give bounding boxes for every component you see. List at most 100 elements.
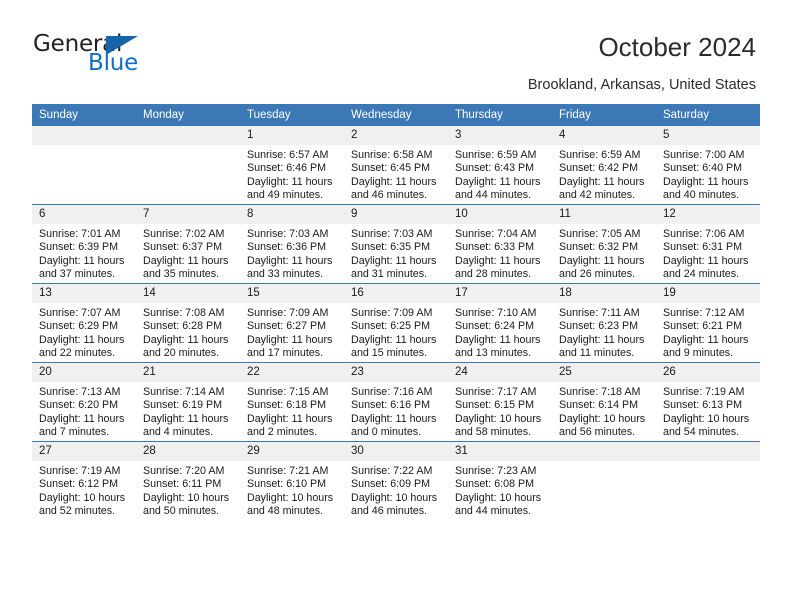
sunset-text: Sunset: 6:31 PM xyxy=(663,241,743,254)
daylight-text: Daylight: 11 hours and 31 minutes. xyxy=(351,254,437,281)
day-details: Sunrise: 6:59 AM Sunset: 6:42 PM Daylight:… xyxy=(552,145,656,203)
calendar-day-cell[interactable]: 19 Sunrise: 7:12 AM Sunset: 6:21 PM Dayligh… xyxy=(656,283,760,363)
day-number: 12 xyxy=(656,205,760,224)
daylight-text: Daylight: 10 hours and 46 minutes. xyxy=(351,491,438,518)
calendar-day-cell-empty xyxy=(32,126,136,205)
day-details: Sunrise: 7:19 AM Sunset: 6:12 PM Daylight:… xyxy=(32,461,136,519)
sunrise-text: Sunrise: 7:15 AM xyxy=(247,386,329,398)
day-number: 5 xyxy=(656,126,760,145)
sunrise-text: Sunrise: 7:19 AM xyxy=(39,465,121,477)
calendar-day-cell[interactable]: 8 Sunrise: 7:03 AM Sunset: 6:36 PM Daylight… xyxy=(240,204,344,284)
daylight-text: Daylight: 10 hours and 48 minutes. xyxy=(247,491,334,518)
daylight-text: Daylight: 10 hours and 54 minutes. xyxy=(663,412,750,439)
day-details: Sunrise: 7:16 AM Sunset: 6:16 PM Daylight:… xyxy=(344,382,448,440)
day-details: Sunrise: 7:04 AM Sunset: 6:33 PM Daylight:… xyxy=(448,224,552,282)
calendar-day-cell[interactable]: 9 Sunrise: 7:03 AM Sunset: 6:35 PM Daylight… xyxy=(344,204,448,284)
calendar-day-cell[interactable]: 7 Sunrise: 7:02 AM Sunset: 6:37 PM Daylight… xyxy=(136,204,240,284)
day-details: Sunrise: 7:02 AM Sunset: 6:37 PM Daylight:… xyxy=(136,224,240,282)
calendar-day-cell[interactable]: 31 Sunrise: 7:23 AM Sunset: 6:08 PM Dayligh… xyxy=(448,441,552,520)
day-details: Sunrise: 7:22 AM Sunset: 6:09 PM Daylight:… xyxy=(344,461,448,519)
weekday-header-monday: Monday xyxy=(136,104,240,126)
calendar-day-cell[interactable]: 29 Sunrise: 7:21 AM Sunset: 6:10 PM Dayligh… xyxy=(240,441,344,520)
calendar-day-cell[interactable]: 5 Sunrise: 7:00 AM Sunset: 6:40 PM Daylight… xyxy=(656,126,760,205)
calendar-week-row: 1 Sunrise: 6:57 AM Sunset: 6:46 PM Daylight… xyxy=(32,126,760,205)
calendar-day-cell[interactable]: 26 Sunrise: 7:19 AM Sunset: 6:13 PM Dayligh… xyxy=(656,362,760,442)
day-number: 24 xyxy=(448,363,552,382)
calendar-day-cell[interactable]: 3 Sunrise: 6:59 AM Sunset: 6:43 PM Daylight… xyxy=(448,126,552,205)
calendar-day-cell[interactable]: 6 Sunrise: 7:01 AM Sunset: 6:39 PM Daylight… xyxy=(32,204,136,284)
weekday-header-tuesday: Tuesday xyxy=(240,104,344,126)
calendar-day-cell[interactable]: 10 Sunrise: 7:04 AM Sunset: 6:33 PM Dayligh… xyxy=(448,204,552,284)
calendar-day-cell[interactable]: 11 Sunrise: 7:05 AM Sunset: 6:32 PM Dayligh… xyxy=(552,204,656,284)
calendar-week-row: 27 Sunrise: 7:19 AM Sunset: 6:12 PM Dayligh… xyxy=(32,441,760,520)
calendar-day-cell[interactable]: 27 Sunrise: 7:19 AM Sunset: 6:12 PM Dayligh… xyxy=(32,441,136,520)
sunrise-text: Sunrise: 6:59 AM xyxy=(559,149,641,161)
day-number: 30 xyxy=(344,442,448,461)
sunset-text: Sunset: 6:42 PM xyxy=(559,162,639,175)
day-details: Sunrise: 7:21 AM Sunset: 6:10 PM Daylight:… xyxy=(240,461,344,519)
sunrise-text: Sunrise: 7:04 AM xyxy=(455,228,537,240)
daylight-text: Daylight: 11 hours and 15 minutes. xyxy=(351,333,437,360)
sunrise-text: Sunrise: 7:11 AM xyxy=(559,307,640,319)
day-details: Sunrise: 7:05 AM Sunset: 6:32 PM Daylight:… xyxy=(552,224,656,282)
day-number: 3 xyxy=(448,126,552,145)
sunset-text: Sunset: 6:45 PM xyxy=(351,162,431,175)
calendar-day-cell[interactable]: 14 Sunrise: 7:08 AM Sunset: 6:28 PM Dayligh… xyxy=(136,283,240,363)
day-number: 7 xyxy=(136,205,240,224)
calendar-day-cell[interactable]: 13 Sunrise: 7:07 AM Sunset: 6:29 PM Dayligh… xyxy=(32,283,136,363)
day-number xyxy=(656,442,760,461)
weekday-header-friday: Friday xyxy=(552,104,656,126)
sunset-text: Sunset: 6:13 PM xyxy=(663,399,743,412)
sunrise-text: Sunrise: 7:09 AM xyxy=(247,307,329,319)
daylight-text: Daylight: 10 hours and 52 minutes. xyxy=(39,491,126,518)
daylight-text: Daylight: 11 hours and 28 minutes. xyxy=(455,254,541,281)
weekday-header-thursday: Thursday xyxy=(448,104,552,126)
calendar-day-cell[interactable]: 21 Sunrise: 7:14 AM Sunset: 6:19 PM Dayligh… xyxy=(136,362,240,442)
sunset-text: Sunset: 6:43 PM xyxy=(455,162,535,175)
daylight-text: Daylight: 11 hours and 9 minutes. xyxy=(663,333,749,360)
calendar-day-cell[interactable]: 15 Sunrise: 7:09 AM Sunset: 6:27 PM Dayligh… xyxy=(240,283,344,363)
daylight-text: Daylight: 11 hours and 7 minutes. xyxy=(39,412,125,439)
day-details: Sunrise: 7:03 AM Sunset: 6:36 PM Daylight:… xyxy=(240,224,344,282)
calendar-day-cell[interactable]: 20 Sunrise: 7:13 AM Sunset: 6:20 PM Dayligh… xyxy=(32,362,136,442)
calendar-day-cell[interactable]: 23 Sunrise: 7:16 AM Sunset: 6:16 PM Dayligh… xyxy=(344,362,448,442)
day-details: Sunrise: 7:08 AM Sunset: 6:28 PM Daylight:… xyxy=(136,303,240,361)
sunset-text: Sunset: 6:23 PM xyxy=(559,320,639,333)
weekday-header-saturday: Saturday xyxy=(656,104,760,126)
sunset-text: Sunset: 6:32 PM xyxy=(559,241,639,254)
day-details: Sunrise: 7:14 AM Sunset: 6:19 PM Daylight:… xyxy=(136,382,240,440)
day-number: 10 xyxy=(448,205,552,224)
sunset-text: Sunset: 6:15 PM xyxy=(455,399,535,412)
daylight-text: Daylight: 11 hours and 20 minutes. xyxy=(143,333,229,360)
day-details: Sunrise: 6:57 AM Sunset: 6:46 PM Daylight:… xyxy=(240,145,344,203)
calendar-day-cell[interactable]: 1 Sunrise: 6:57 AM Sunset: 6:46 PM Daylight… xyxy=(240,126,344,205)
daylight-text: Daylight: 11 hours and 24 minutes. xyxy=(663,254,749,281)
calendar-day-cell[interactable]: 12 Sunrise: 7:06 AM Sunset: 6:31 PM Dayligh… xyxy=(656,204,760,284)
sunset-text: Sunset: 6:19 PM xyxy=(143,399,223,412)
calendar-day-cell[interactable]: 16 Sunrise: 7:09 AM Sunset: 6:25 PM Dayligh… xyxy=(344,283,448,363)
calendar-day-cell[interactable]: 24 Sunrise: 7:17 AM Sunset: 6:15 PM Dayligh… xyxy=(448,362,552,442)
daylight-text: Daylight: 11 hours and 2 minutes. xyxy=(247,412,333,439)
calendar-day-cell[interactable]: 25 Sunrise: 7:18 AM Sunset: 6:14 PM Dayligh… xyxy=(552,362,656,442)
day-number: 20 xyxy=(32,363,136,382)
day-details: Sunrise: 6:58 AM Sunset: 6:45 PM Daylight:… xyxy=(344,145,448,203)
day-number: 18 xyxy=(552,284,656,303)
calendar-day-cell[interactable]: 4 Sunrise: 6:59 AM Sunset: 6:42 PM Daylight… xyxy=(552,126,656,205)
calendar-day-cell[interactable]: 30 Sunrise: 7:22 AM Sunset: 6:09 PM Dayligh… xyxy=(344,441,448,520)
calendar-day-cell[interactable]: 18 Sunrise: 7:11 AM Sunset: 6:23 PM Dayligh… xyxy=(552,283,656,363)
sunset-text: Sunset: 6:20 PM xyxy=(39,399,119,412)
calendar-day-cell[interactable]: 28 Sunrise: 7:20 AM Sunset: 6:11 PM Dayligh… xyxy=(136,441,240,520)
calendar-day-cell[interactable]: 22 Sunrise: 7:15 AM Sunset: 6:18 PM Dayligh… xyxy=(240,362,344,442)
day-details: Sunrise: 7:20 AM Sunset: 6:11 PM Daylight:… xyxy=(136,461,240,519)
calendar-day-cell[interactable]: 2 Sunrise: 6:58 AM Sunset: 6:45 PM Daylight… xyxy=(344,126,448,205)
day-details: Sunrise: 7:10 AM Sunset: 6:24 PM Daylight:… xyxy=(448,303,552,361)
sunrise-text: Sunrise: 7:12 AM xyxy=(663,307,745,319)
day-number: 31 xyxy=(448,442,552,461)
weekday-header-row: Sunday Monday Tuesday Wednesday Thursday… xyxy=(32,104,760,126)
day-details: Sunrise: 7:19 AM Sunset: 6:13 PM Daylight:… xyxy=(656,382,760,440)
day-number: 26 xyxy=(656,363,760,382)
sunrise-text: Sunrise: 7:18 AM xyxy=(559,386,641,398)
sunrise-text: Sunrise: 7:01 AM xyxy=(39,228,121,240)
calendar-day-cell[interactable]: 17 Sunrise: 7:10 AM Sunset: 6:24 PM Dayligh… xyxy=(448,283,552,363)
day-number: 2 xyxy=(344,126,448,145)
